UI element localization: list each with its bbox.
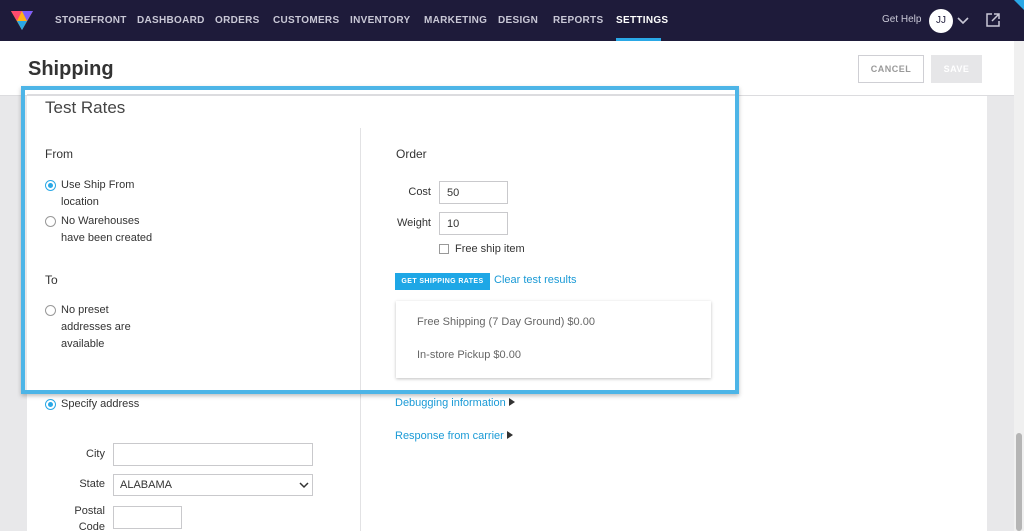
expand-triangle-icon (508, 398, 515, 406)
no-preset-line3: available (61, 338, 105, 350)
order-heading: Order (396, 147, 427, 161)
nav-customers[interactable]: CUSTOMERS (273, 15, 339, 26)
corner-marker (1014, 0, 1024, 10)
weight-input[interactable] (439, 212, 508, 235)
no-warehouses-line1: No Warehouses (61, 215, 140, 227)
nav-inventory[interactable]: INVENTORY (350, 15, 411, 26)
chevron-down-icon[interactable] (956, 13, 970, 27)
cost-label: Cost (408, 186, 431, 198)
column-divider (360, 128, 361, 531)
logo-icon[interactable] (10, 8, 34, 32)
state-label: State (79, 478, 105, 490)
radio-no-warehouses[interactable] (45, 216, 56, 227)
page-title: Shipping (28, 58, 114, 80)
nav-reports[interactable]: REPORTS (553, 15, 603, 26)
nav-design[interactable]: DESIGN (498, 15, 538, 26)
weight-label: Weight (396, 217, 431, 229)
clear-test-results-link[interactable]: Clear test results (494, 274, 577, 286)
debugging-information-label: Debugging information (395, 397, 506, 409)
cancel-button[interactable]: CANCEL (858, 55, 924, 83)
postal-code-label: Postal Code (60, 503, 105, 531)
scrollbar-thumb[interactable] (1016, 433, 1022, 531)
use-ship-from-line1: Use Ship From (61, 179, 135, 191)
radio-no-preset-addresses[interactable] (45, 305, 56, 316)
from-heading: From (45, 147, 73, 161)
avatar[interactable]: JJ (929, 9, 953, 33)
no-warehouses-line2: have been created (61, 232, 153, 244)
free-ship-checkbox[interactable] (439, 244, 449, 254)
debugging-information-link[interactable]: Debugging information (395, 397, 515, 409)
city-label: City (86, 448, 105, 460)
no-preset-line1: No preset (61, 304, 109, 316)
external-link-icon[interactable] (985, 12, 1001, 28)
no-preset-line2: addresses are (61, 321, 131, 333)
use-ship-from-label[interactable]: Use Ship From location (61, 177, 134, 211)
to-heading: To (45, 273, 58, 287)
get-shipping-rates-button[interactable]: GET SHIPPING RATES (395, 273, 490, 290)
nav-marketing[interactable]: MARKETING (424, 15, 487, 26)
no-warehouses-label[interactable]: No Warehouses have been created (61, 213, 152, 247)
result-item: In-store Pickup $0.00 (417, 349, 521, 361)
get-help-link[interactable]: Get Help (882, 14, 921, 25)
postal-label-line1: Postal (74, 505, 105, 517)
card-top-rule (27, 94, 735, 95)
use-ship-from-line2: location (61, 196, 99, 208)
radio-specify-address[interactable] (45, 399, 56, 410)
free-ship-label[interactable]: Free ship item (455, 241, 525, 258)
nav-dashboard[interactable]: DASHBOARD (137, 15, 205, 26)
nav-storefront[interactable]: STOREFRONT (55, 15, 127, 26)
state-select[interactable]: ALABAMA (113, 474, 313, 496)
select-chevron-icon (299, 482, 309, 489)
page-header: Shipping CANCEL SAVE (0, 41, 1014, 96)
nav-orders[interactable]: ORDERS (215, 15, 260, 26)
response-from-carrier-link[interactable]: Response from carrier (395, 430, 513, 442)
result-item: Free Shipping (7 Day Ground) $0.00 (417, 316, 595, 328)
nav-settings[interactable]: SETTINGS (616, 15, 668, 26)
cost-input[interactable] (439, 181, 508, 204)
top-nav: STOREFRONT DASHBOARD ORDERS CUSTOMERS IN… (0, 0, 1024, 41)
no-preset-label[interactable]: No preset addresses are available (61, 302, 131, 353)
specify-address-label[interactable]: Specify address (61, 396, 139, 413)
shipping-results-panel: Free Shipping (7 Day Ground) $0.00 In-st… (396, 301, 711, 378)
postal-label-line2: Code (78, 521, 105, 531)
response-from-carrier-label: Response from carrier (395, 430, 504, 442)
city-input[interactable] (113, 443, 313, 466)
test-rates-title: Test Rates (45, 98, 126, 117)
expand-triangle-icon (506, 431, 513, 439)
save-button[interactable]: SAVE (931, 55, 982, 83)
postal-code-input[interactable] (113, 506, 182, 529)
radio-use-ship-from[interactable] (45, 180, 56, 191)
